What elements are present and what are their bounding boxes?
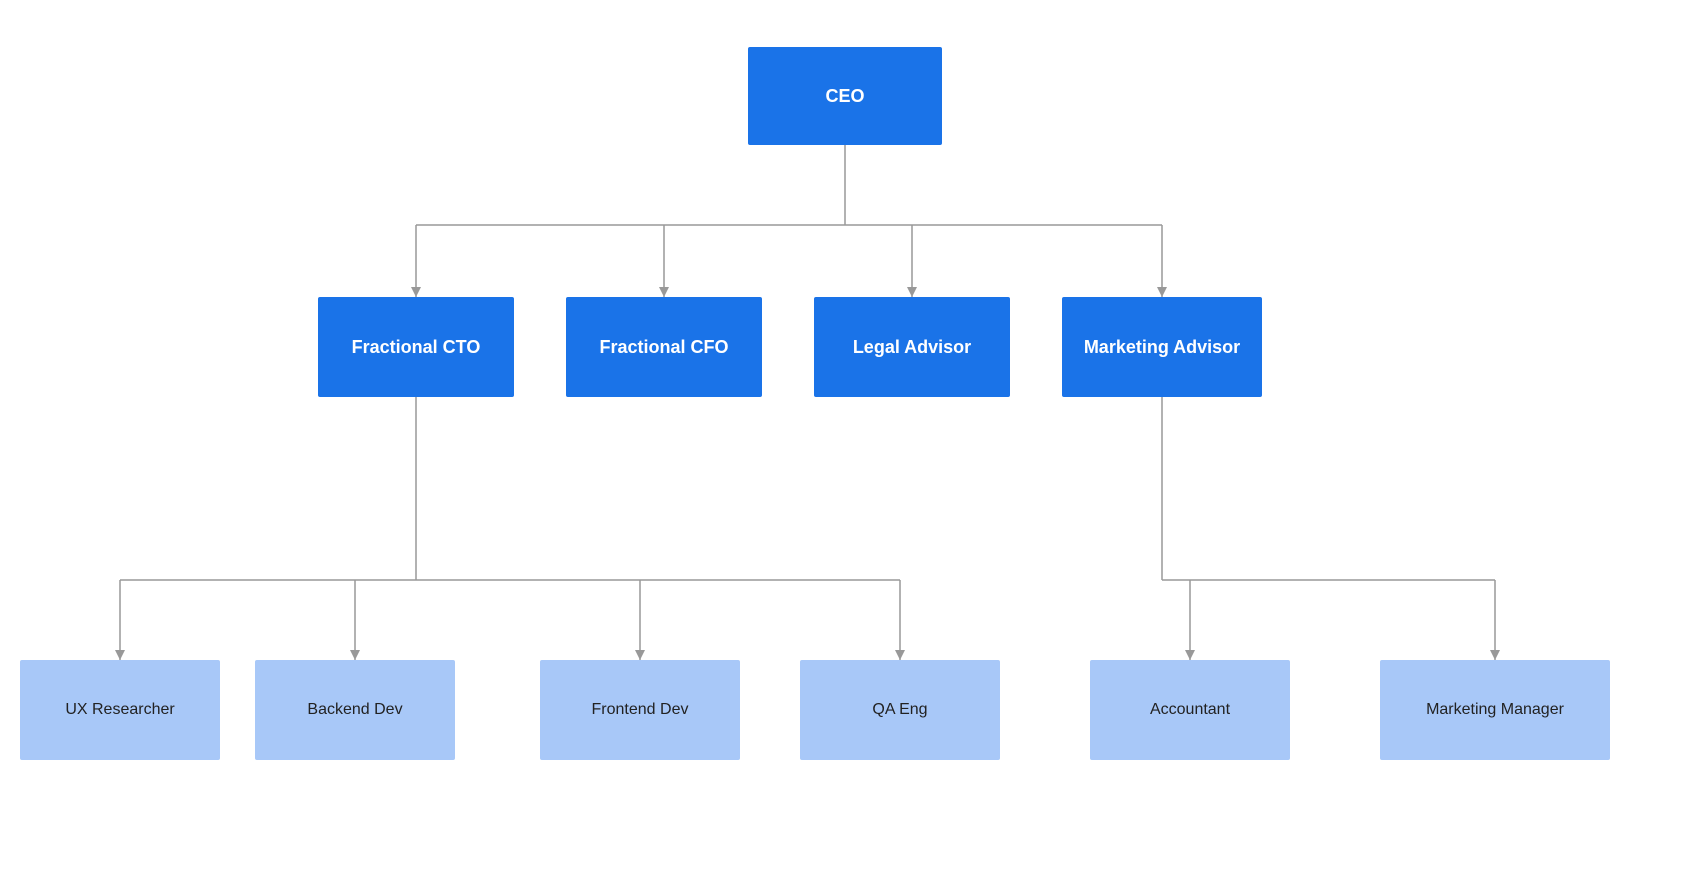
ceo-node: CEO [748, 47, 942, 145]
org-chart: CEO Fractional CTO Fractional CFO Legal … [0, 0, 1699, 880]
legal-node: Legal Advisor [814, 297, 1010, 397]
marketing-advisor-node: Marketing Advisor [1062, 297, 1262, 397]
cto-node: Fractional CTO [318, 297, 514, 397]
qa-eng-node: QA Eng [800, 660, 1000, 760]
ux-researcher-node: UX Researcher [20, 660, 220, 760]
cfo-node: Fractional CFO [566, 297, 762, 397]
frontend-dev-node: Frontend Dev [540, 660, 740, 760]
accountant-node: Accountant [1090, 660, 1290, 760]
backend-dev-node: Backend Dev [255, 660, 455, 760]
marketing-manager-node: Marketing Manager [1380, 660, 1610, 760]
